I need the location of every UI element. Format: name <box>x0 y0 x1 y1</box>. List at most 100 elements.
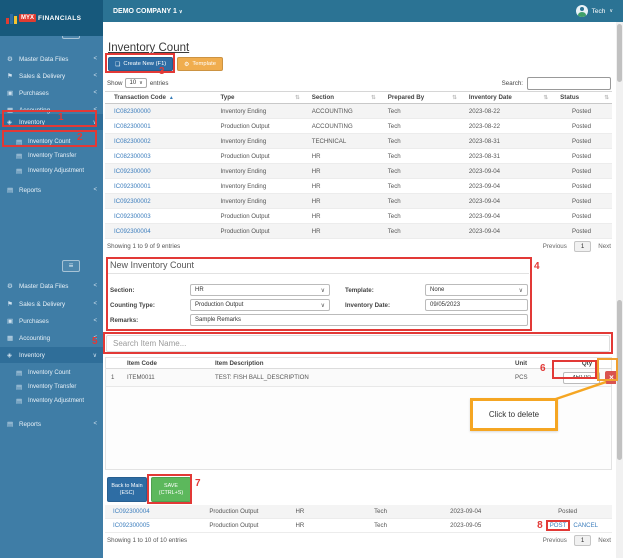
sidebar-item-sales-delivery[interactable]: ⚑ Sales & Delivery < <box>0 68 103 84</box>
cell-date: 2023-08-31 <box>468 152 501 160</box>
cell-type: Inventory Ending <box>220 107 267 115</box>
sidebar-item-label: Inventory Count <box>28 139 71 145</box>
qty-input[interactable] <box>563 371 600 384</box>
annotation-number-4: 4 <box>534 261 540 272</box>
pagination-page-1[interactable]: 1 <box>573 241 592 252</box>
page-title: Inventory Count <box>108 42 190 54</box>
column-header[interactable]: Status ⇅ <box>551 94 612 101</box>
sidebar-item-master-data-files[interactable]: ⚙ Master Data Files < <box>0 278 103 294</box>
transaction-code-link[interactable]: IC082300002 <box>105 138 211 145</box>
sort-icon: ⇅ <box>604 94 609 101</box>
cell-prepared-by: Tech <box>387 152 401 160</box>
column-header[interactable]: Type ⇅ <box>211 94 302 101</box>
chevron-collapsed-icon: < <box>93 283 97 289</box>
sidebar-item-inventory-adjustment[interactable]: ▤ Inventory Adjustment <box>0 163 103 179</box>
cell-type: Inventory Ending <box>220 167 267 175</box>
scrollbar-thumb[interactable] <box>617 24 622 82</box>
sidebar-item-inventory[interactable]: ◈ Inventory ∨ <box>0 347 103 363</box>
list-icon: ▤ <box>16 139 23 146</box>
template-select[interactable]: None ∨ <box>425 284 528 296</box>
transaction-code-link[interactable]: IC082300003 <box>105 153 211 160</box>
company-selector[interactable]: DEMO COMPANY 1 ∨ <box>113 8 183 15</box>
pagination-next[interactable]: Next <box>598 537 611 544</box>
column-header[interactable]: Transaction Code ▲ <box>105 94 211 101</box>
pagination-previous[interactable]: Previous <box>543 243 567 250</box>
sidebar: ≡ ⚙ Master Data Files < ⚑ Sales & Delivery <… <box>0 256 103 558</box>
transaction-code-link[interactable]: IC092300002 <box>105 198 211 205</box>
column-header[interactable]: Prepared By ⇅ <box>379 94 460 101</box>
gear-icon: ⚙ <box>184 61 190 68</box>
remarks-label: Remarks: <box>110 317 139 324</box>
scrollbar-track[interactable] <box>616 256 623 558</box>
cell-status: Posted <box>558 508 578 515</box>
reports-icon: ▤ <box>7 421 14 428</box>
chevron-collapsed-icon: < <box>93 107 97 113</box>
screenshot-stage: ≡ ⚙ Master Data Files < ⚑ Sales & Delivery <… <box>0 0 623 558</box>
column-header[interactable]: Section ⇅ <box>303 94 379 101</box>
save-button[interactable]: SAVE (CTRL+S) <box>151 477 191 502</box>
remarks-input[interactable]: Sample Remarks <box>190 314 528 326</box>
sidebar-item-inventory-transfer[interactable]: ▤ Inventory Transfer <box>0 148 103 164</box>
sidebar-item-inventory[interactable]: ◈ Inventory ∨ <box>0 114 103 130</box>
back-to-main-button[interactable]: Back to Main (ESC) <box>107 477 147 502</box>
section-select[interactable]: HR ∨ <box>190 284 330 296</box>
company-name: DEMO COMPANY 1 <box>113 7 177 15</box>
back-label: Back to Main <box>111 482 143 489</box>
section-value: HR <box>195 287 204 293</box>
cell-section: ACCOUNTING <box>311 107 353 115</box>
counting-type-select[interactable]: Production Output ∨ <box>190 299 330 311</box>
pagination-previous[interactable]: Previous <box>543 537 567 544</box>
inventory-date-value: 09/05/2023 <box>430 302 461 308</box>
pagination: Previous 1 Next <box>543 241 611 252</box>
user-menu[interactable]: Tech ∨ <box>575 5 613 17</box>
purchases-icon: ▣ <box>7 318 14 325</box>
sidebar-item-sales-delivery[interactable]: ⚑ Sales & Delivery < <box>0 296 103 312</box>
inventory-icon: ◈ <box>7 352 12 359</box>
scrollbar-track[interactable] <box>616 22 623 256</box>
post-link[interactable]: POST <box>545 520 571 531</box>
sidebar-item-accounting[interactable]: ▦ Accounting < <box>0 330 103 346</box>
counting-type-value: Production Output <box>195 302 244 308</box>
table-row: IC092300000 Inventory Ending HR Tech 2023-09… <box>105 164 612 179</box>
sidebar-item-label: Sales & Delivery <box>19 72 66 80</box>
search-label: Search: <box>501 80 523 87</box>
transaction-code-link[interactable]: IC092300004 <box>105 508 201 515</box>
sidebar-item-label: Inventory Adjustment <box>28 168 85 174</box>
table-row: IC092300004 Production Output HR Tech 2023-0… <box>105 224 612 239</box>
sidebar-item-purchases[interactable]: ▣ Purchases < <box>0 85 103 101</box>
entries-label: entries <box>149 79 169 87</box>
sidebar-item-reports[interactable]: ▤ Reports < <box>0 182 103 198</box>
template-button[interactable]: ⚙ Template <box>177 57 223 71</box>
transaction-code-link[interactable]: IC092300003 <box>105 213 211 220</box>
scrollbar-thumb[interactable] <box>617 300 622 460</box>
logo-chart-icon <box>6 12 17 24</box>
app-logo: MYX FINANCIALS <box>0 0 103 36</box>
table-body: IC082300000 Inventory Ending ACCOUNTING Tec… <box>105 104 612 239</box>
transaction-code-link[interactable]: IC082300000 <box>105 108 211 115</box>
sidebar-item-master-data-files[interactable]: ⚙ Master Data Files < <box>0 51 103 67</box>
sidebar-item-inventory-adjustment[interactable]: ▤ Inventory Adjustment <box>0 393 103 409</box>
column-header[interactable]: Inventory Date ⇅ <box>460 94 551 101</box>
sidebar-item-reports[interactable]: ▤ Reports < <box>0 416 103 432</box>
transaction-code-link[interactable]: IC092300000 <box>105 168 211 175</box>
page-size-select[interactable]: 10 ∨ <box>125 78 147 88</box>
pagination-page-1[interactable]: 1 <box>573 535 592 546</box>
item-search-input[interactable] <box>106 335 610 352</box>
caret-down-icon: ∨ <box>320 302 325 309</box>
cancel-link[interactable]: CANCEL <box>573 522 598 529</box>
sidebar-item-label: Reports <box>19 420 42 428</box>
pagination-next[interactable]: Next <box>598 243 611 250</box>
table-row: IC082300003 Production Output HR Tech 2023-0… <box>105 149 612 164</box>
cell-prepared-by: Tech <box>387 182 401 190</box>
transaction-code-link[interactable]: IC082300001 <box>105 123 211 130</box>
transaction-code-link[interactable]: IC092300001 <box>105 183 211 190</box>
inventory-date-input[interactable]: 09/05/2023 <box>425 299 528 311</box>
column-label: Status <box>560 94 580 101</box>
transaction-code-link[interactable]: IC092300004 <box>105 228 211 235</box>
search-input[interactable] <box>527 77 611 90</box>
transaction-code-link[interactable]: IC092300005 <box>105 522 201 529</box>
remarks-value: Sample Remarks <box>195 317 242 323</box>
sidebar-item-label: Master Data Files <box>19 55 69 63</box>
hamburger-menu-icon[interactable]: ≡ <box>62 260 80 272</box>
sidebar-item-purchases[interactable]: ▣ Purchases < <box>0 313 103 329</box>
